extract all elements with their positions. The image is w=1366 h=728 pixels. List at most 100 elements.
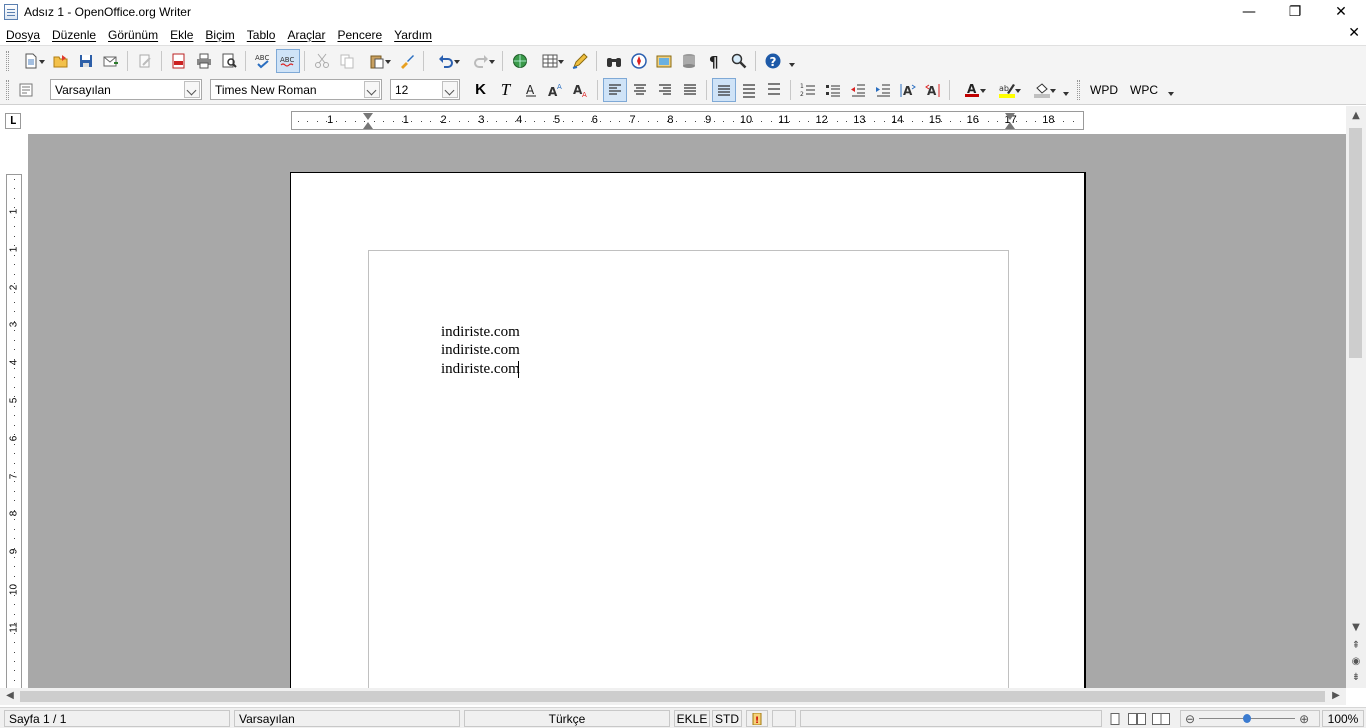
font-color-button[interactable]: A [955, 78, 989, 102]
scroll-left-arrow[interactable]: ◀ [4, 690, 16, 702]
zoom-in-icon[interactable]: ⊕ [1299, 712, 1309, 726]
previous-page-icon[interactable]: ⇞ [1350, 640, 1362, 652]
menu-tablo[interactable]: Tablo [241, 28, 282, 42]
indent-marker[interactable] [1005, 122, 1015, 129]
chevron-down-icon[interactable] [442, 81, 458, 98]
export-pdf-button[interactable] [167, 49, 191, 73]
spellcheck-button[interactable]: ABC [251, 49, 275, 73]
menu-dosya[interactable]: Dosya [0, 28, 46, 42]
hyperlink-button[interactable] [508, 49, 532, 73]
background-color-button[interactable] [1025, 78, 1059, 102]
zoom-slider[interactable]: ⊖ ⊕ [1180, 710, 1320, 727]
scroll-up-arrow[interactable]: ▲ [1350, 110, 1362, 122]
superscript-button[interactable]: AA [544, 78, 568, 102]
copy-button[interactable] [335, 49, 359, 73]
edit-mode-button[interactable] [133, 49, 157, 73]
autospellcheck-button[interactable]: ABC [275, 48, 300, 73]
menu-bicim[interactable]: Biçim [199, 28, 240, 42]
underline-button[interactable]: A [519, 78, 543, 102]
menu-araclar[interactable]: Araçlar [281, 28, 331, 42]
navigator-button[interactable] [627, 49, 651, 73]
zoom-slider-track[interactable] [1199, 714, 1296, 723]
paste-button[interactable] [360, 49, 394, 73]
vertical-ruler[interactable]: 1 1 2 3 4 5 6 7 8 9 10 11 [6, 174, 22, 694]
zoom-button[interactable] [727, 49, 751, 73]
paragraph-rtl-button[interactable]: A [921, 78, 945, 102]
new-document-button[interactable] [14, 49, 48, 73]
menu-yardim[interactable]: Yardım [388, 28, 438, 42]
data-sources-button[interactable] [677, 49, 701, 73]
wpc-button[interactable]: WPC [1124, 83, 1164, 97]
zoom-slider-thumb[interactable] [1243, 714, 1252, 723]
show-draw-functions-button[interactable] [568, 49, 592, 73]
wpd-button[interactable]: WPD [1084, 83, 1124, 97]
menu-pencere[interactable]: Pencere [331, 28, 388, 42]
document-text-line[interactable]: indiriste.com [441, 360, 520, 378]
email-button[interactable] [99, 49, 123, 73]
document-text-line[interactable]: indiriste.com [441, 323, 520, 341]
print-button[interactable] [192, 49, 216, 73]
multi-page-view-icon[interactable] [1128, 712, 1146, 725]
formatting-marks-button[interactable]: ¶ [702, 49, 726, 73]
font-name-select[interactable]: Times New Roman [210, 79, 382, 100]
chevron-down-icon[interactable] [184, 81, 200, 98]
chevron-down-icon[interactable] [364, 81, 380, 98]
print-preview-button[interactable] [217, 49, 241, 73]
language-indicator[interactable]: Türkçe [464, 710, 670, 727]
digital-signature-indicator[interactable] [772, 710, 796, 727]
paragraph-style-select[interactable]: Varsayılan [50, 79, 202, 100]
align-left-button[interactable] [602, 77, 627, 102]
insert-mode-indicator[interactable]: EKLE [674, 710, 710, 727]
navigation-circle-icon[interactable]: ◉ [1350, 656, 1362, 668]
highlighting-button[interactable]: ab [990, 78, 1024, 102]
help-button[interactable]: ? [761, 49, 785, 73]
table-button[interactable] [533, 49, 567, 73]
scroll-down-arrow[interactable]: ▼ [1350, 622, 1362, 634]
toolbar-grip-handle[interactable] [1077, 79, 1080, 100]
styles-formatting-button[interactable] [14, 78, 38, 102]
align-center-button[interactable] [628, 78, 652, 102]
document-text-line[interactable]: indiriste.com [441, 341, 520, 359]
toolbar-grip-handle[interactable] [6, 79, 9, 100]
toolbar-overflow-chevron[interactable] [787, 50, 797, 72]
font-size-select[interactable]: 12 [390, 79, 460, 100]
open-button[interactable] [49, 49, 73, 73]
vertical-scroll-thumb[interactable] [1349, 128, 1362, 358]
horizontal-scroll-thumb[interactable] [20, 691, 1325, 702]
tab-stop-type-selector[interactable]: L [5, 113, 21, 129]
line-spacing-2-button[interactable] [762, 78, 786, 102]
justify-button[interactable] [678, 78, 702, 102]
subscript-button[interactable]: AA [569, 78, 593, 102]
indent-marker[interactable] [363, 122, 373, 129]
close-document-button[interactable]: ✕ [1348, 25, 1360, 41]
vertical-scrollbar[interactable]: ▲ ▼ ⇞ ◉ ⇟ [1346, 106, 1366, 688]
document-page[interactable]: indiriste.com indiriste.com indiriste.co… [290, 172, 1086, 688]
single-page-view-icon[interactable] [1108, 712, 1122, 725]
document-modified-indicator[interactable]: ! [746, 710, 768, 727]
numbering-button[interactable]: 12 [796, 78, 820, 102]
selection-mode-indicator[interactable]: STD [712, 710, 742, 727]
horizontal-scrollbar[interactable]: ◀ ▶ [0, 688, 1346, 705]
redo-button[interactable] [464, 49, 498, 73]
toolbar-overflow-chevron[interactable] [1061, 79, 1071, 101]
page-indicator[interactable]: Sayfa 1 / 1 [4, 710, 230, 727]
save-button[interactable] [74, 49, 98, 73]
minimize-button[interactable]: — [1226, 0, 1272, 24]
book-view-icon[interactable] [1152, 712, 1170, 725]
cut-button[interactable] [310, 49, 334, 73]
close-button[interactable]: ✕ [1318, 0, 1364, 24]
toolbar-overflow-chevron[interactable] [1166, 79, 1176, 101]
line-spacing-1-button[interactable] [711, 77, 736, 102]
restore-button[interactable]: ❐ [1272, 0, 1318, 24]
bullets-button[interactable] [821, 78, 845, 102]
scroll-right-arrow[interactable]: ▶ [1330, 690, 1342, 702]
zoom-out-icon[interactable]: ⊖ [1185, 712, 1195, 726]
decrease-indent-button[interactable] [846, 78, 870, 102]
menu-gorunum[interactable]: Görünüm [102, 28, 164, 42]
find-replace-button[interactable] [602, 49, 626, 73]
page-style-indicator[interactable]: Varsayılan [234, 710, 460, 727]
align-right-button[interactable] [653, 78, 677, 102]
gallery-button[interactable] [652, 49, 676, 73]
next-page-icon[interactable]: ⇟ [1350, 672, 1362, 684]
toolbar-grip-handle[interactable] [6, 50, 9, 71]
